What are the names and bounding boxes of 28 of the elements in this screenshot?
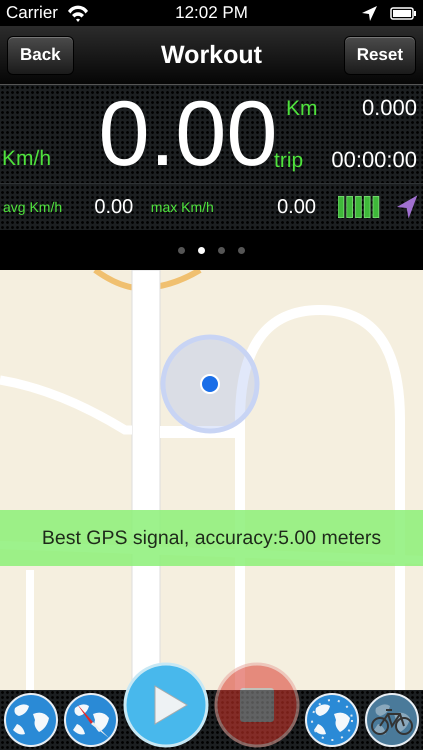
page-dot[interactable]	[238, 246, 245, 254]
page-dot[interactable]	[218, 246, 225, 254]
screen-title: Workout	[161, 40, 262, 68]
back-button[interactable]: Back	[7, 36, 74, 74]
distance-reading: 0.000	[362, 95, 417, 121]
gps-status-text: Best GPS signal, accuracy:5.00 meters	[42, 526, 382, 550]
battery-icon	[390, 6, 417, 20]
wifi-icon	[66, 4, 90, 22]
trip-time: 00:00:00	[331, 147, 417, 173]
trip-label: trip	[274, 149, 304, 173]
signal-bars-icon	[338, 196, 382, 218]
avg-speed-label: avg Km/h	[3, 199, 64, 215]
play-button[interactable]	[123, 662, 210, 748]
location-arrow-icon	[361, 4, 378, 22]
distance-unit: Km	[286, 97, 318, 121]
clock-button[interactable]	[304, 692, 360, 748]
bicycle-button[interactable]	[364, 692, 420, 748]
speed-unit: Km/h	[2, 147, 52, 171]
max-speed-reading: 0.00	[276, 196, 316, 218]
reset-button[interactable]: Reset	[344, 36, 416, 74]
max-speed-label: max Km/h	[150, 199, 215, 215]
compass-button[interactable]	[63, 692, 120, 748]
page-dot[interactable]	[198, 246, 205, 254]
page-dot[interactable]	[178, 246, 185, 254]
globe-button[interactable]	[3, 692, 59, 748]
carrier-name: Carrier	[6, 3, 58, 23]
clock-time: 12:02 PM	[175, 3, 248, 22]
avg-speed-reading: 0.00	[94, 196, 134, 218]
